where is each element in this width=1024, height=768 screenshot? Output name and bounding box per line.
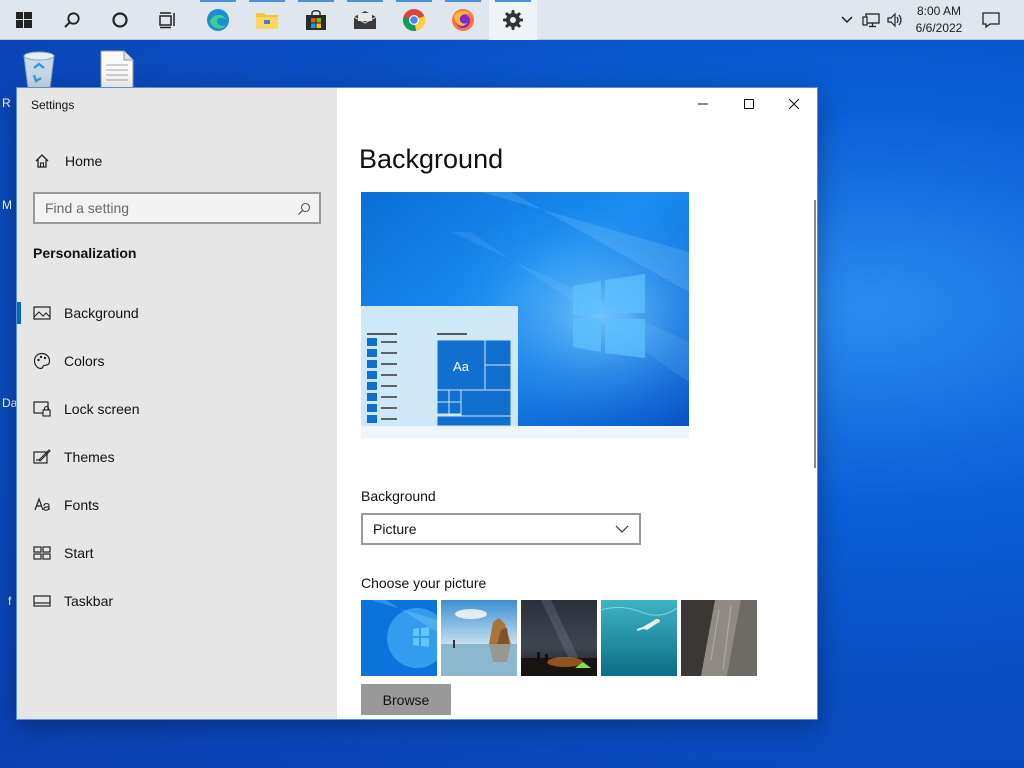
sidebar-item-colors[interactable]: Colors: [17, 341, 337, 381]
chrome-icon[interactable]: [390, 0, 438, 40]
maximize-button[interactable]: [726, 88, 772, 120]
clock-time: 8:00 AM: [916, 4, 962, 18]
thumbnail-windows-light[interactable]: [361, 600, 437, 676]
minimize-icon: [697, 95, 709, 114]
background-preview: Aa: [361, 192, 689, 438]
sidebar-item-fonts[interactable]: Fonts: [17, 485, 337, 525]
sidebar-item-label: Fonts: [64, 497, 100, 513]
sidebar-item-label: Lock screen: [64, 401, 140, 417]
sidebar-item-home[interactable]: Home: [17, 141, 337, 181]
sidebar-item-label: Background: [64, 305, 139, 321]
sidebar-item-label: Taskbar: [64, 593, 114, 609]
network-icon[interactable]: [860, 0, 882, 40]
browse-button[interactable]: Browse: [361, 684, 451, 715]
thumbnail-night-sky[interactable]: [521, 600, 597, 676]
settings-icon[interactable]: [489, 0, 537, 40]
background-type-dropdown[interactable]: Picture: [361, 513, 641, 545]
sidebar-item-start[interactable]: Start: [17, 533, 337, 573]
sidebar-item-lock-screen[interactable]: Lock screen: [17, 389, 337, 429]
sidebar-item-label: Home: [65, 153, 103, 169]
taskbar-icon: [33, 592, 51, 610]
themes-icon: [33, 448, 51, 466]
palette-icon: [33, 352, 51, 370]
task-view-icon[interactable]: [144, 0, 192, 40]
desktop-edge-label: f: [8, 594, 12, 608]
choose-picture-label: Choose your picture: [361, 575, 487, 591]
action-center-icon[interactable]: [976, 0, 1006, 40]
sidebar-item-label: Start: [64, 545, 94, 561]
maximize-icon: [743, 95, 755, 114]
lock-screen-icon: [33, 400, 51, 418]
background-type-label: Background: [361, 488, 436, 504]
cortana-icon[interactable]: [96, 0, 144, 40]
clock-date: 6/6/2022: [915, 21, 963, 35]
sidebar-item-taskbar[interactable]: Taskbar: [17, 581, 337, 621]
thumbnail-beach-rocks[interactable]: [441, 600, 517, 676]
desktop-edge-label: M: [2, 198, 12, 212]
picture-thumbnails: [361, 600, 757, 676]
settings-sidebar: Settings Home Personalization Background: [17, 88, 337, 719]
file-explorer-icon[interactable]: [243, 0, 291, 40]
close-icon: [788, 95, 800, 114]
section-title: Personalization: [33, 245, 137, 261]
sidebar-item-background[interactable]: Background: [17, 293, 337, 333]
sidebar-item-label: Themes: [64, 449, 115, 465]
search-input[interactable]: [35, 195, 285, 221]
firefox-icon[interactable]: [439, 0, 487, 40]
chevron-up-icon[interactable]: [838, 0, 856, 40]
home-icon: [33, 152, 51, 170]
picture-icon: [33, 304, 51, 322]
desktop-edge-label: Da: [2, 396, 18, 410]
start-icon[interactable]: [0, 0, 48, 40]
minimize-button[interactable]: [680, 88, 726, 120]
sidebar-item-themes[interactable]: Themes: [17, 437, 337, 477]
clock[interactable]: 8:00 AM 6/6/2022: [908, 3, 970, 37]
volume-icon[interactable]: [884, 0, 906, 40]
page-title: Background: [359, 144, 504, 174]
fonts-icon: [33, 496, 51, 514]
search-icon[interactable]: [48, 0, 96, 40]
preview-tile-text: Aa: [453, 359, 470, 374]
store-icon[interactable]: [292, 0, 340, 40]
chevron-down-icon: [605, 522, 629, 539]
thumbnail-underwater-swimmer[interactable]: [601, 600, 677, 676]
taskbar: 8:00 AM 6/6/2022: [0, 0, 1024, 40]
window-title: Settings: [31, 98, 75, 112]
dropdown-value: Picture: [373, 521, 417, 537]
search-box[interactable]: [33, 192, 321, 224]
selection-indicator: [17, 302, 21, 324]
settings-window: Settings Home Personalization Background: [17, 88, 817, 719]
mail-icon[interactable]: [341, 0, 389, 40]
search-icon[interactable]: [297, 201, 311, 220]
sidebar-item-label: Colors: [64, 353, 105, 369]
start-layout-icon: [33, 544, 51, 562]
thumbnail-rock-cliff[interactable]: [681, 600, 757, 676]
scrollbar[interactable]: [814, 200, 816, 468]
close-button[interactable]: [771, 88, 817, 120]
desktop-edge-label: R: [2, 96, 11, 110]
edge-icon[interactable]: [194, 0, 242, 40]
